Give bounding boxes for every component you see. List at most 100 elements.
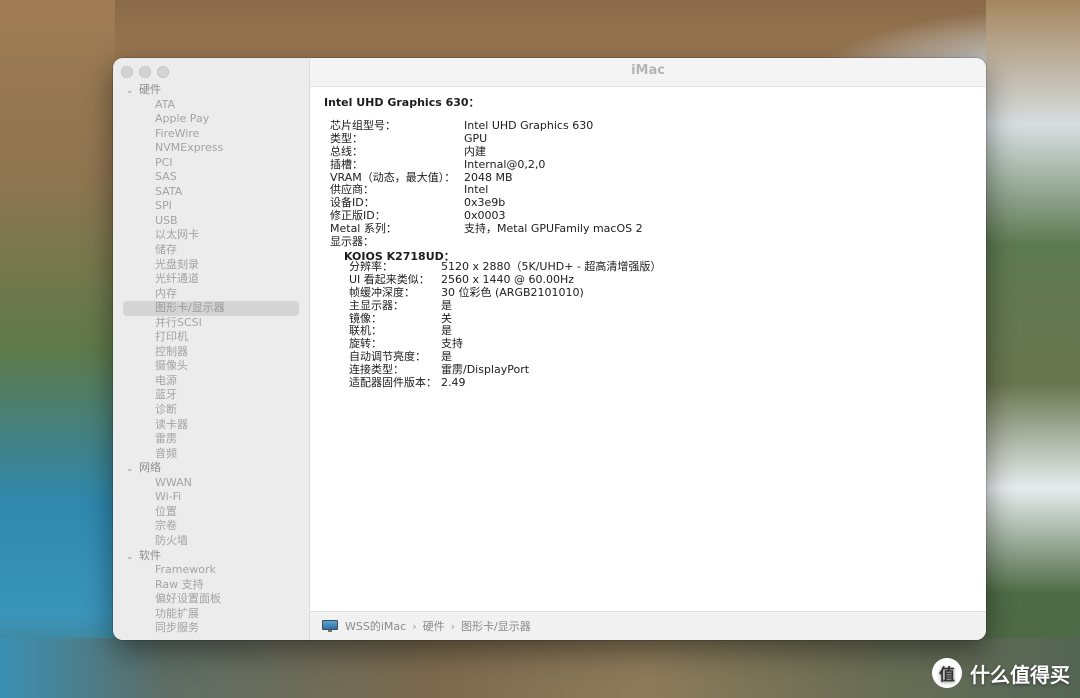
- close-button[interactable]: [121, 66, 133, 78]
- sidebar-item[interactable]: SATA: [113, 185, 309, 200]
- sidebar-item[interactable]: 功能扩展: [113, 607, 309, 622]
- sidebar-item-label: SATA: [155, 184, 183, 198]
- watermark-text: 什么值得买: [970, 662, 1070, 687]
- chevron-down-icon[interactable]: ⌄: [126, 84, 139, 99]
- sidebar-item[interactable]: 音频: [113, 447, 309, 462]
- sidebar-item-label: Framework: [155, 563, 216, 577]
- sidebar-item[interactable]: SPI: [113, 199, 309, 214]
- sidebar-item[interactable]: 并行SCSI: [113, 316, 309, 331]
- property-key: 插槽：: [330, 157, 363, 171]
- sidebar-item[interactable]: 储存: [113, 243, 309, 258]
- sidebar-item[interactable]: 打印机: [113, 330, 309, 345]
- sidebar-item[interactable]: PCI: [113, 156, 309, 171]
- sidebar: ⌄ 硬件 ATA Apple Pay FireWire NVMExpress PCI SAS S…: [113, 58, 310, 640]
- property-key: 适配器固件版本：: [349, 376, 437, 390]
- sidebar-item[interactable]: NVMExpress: [113, 141, 309, 156]
- minimize-button[interactable]: [139, 66, 151, 78]
- sidebar-item[interactable]: 宗卷: [113, 519, 309, 534]
- chevron-down-icon[interactable]: ⌄: [126, 462, 139, 477]
- sidebar-item-label: 蓝牙: [155, 388, 177, 402]
- imac-icon: [322, 620, 338, 632]
- sidebar-item-label: 诊断: [155, 403, 177, 417]
- sidebar-item-label: 电源: [155, 373, 177, 387]
- sidebar-item[interactable]: ATA: [113, 98, 309, 113]
- sidebar-item-label: 硬件: [139, 83, 161, 96]
- sidebar-item-label: Wi-Fi: [155, 490, 182, 504]
- sidebar-item[interactable]: 蓝牙: [113, 388, 309, 403]
- sidebar-item[interactable]: 图形卡/显示器: [113, 301, 309, 316]
- sidebar-item[interactable]: 以太网卡: [113, 228, 309, 243]
- property-key: 主显示器：: [349, 298, 404, 312]
- sidebar-item[interactable]: 光盘刻录: [113, 258, 309, 273]
- sidebar-item-label: 防火墙: [155, 533, 188, 547]
- desktop-wallpaper-right: [986, 0, 1080, 698]
- window-title: iMac: [310, 58, 986, 87]
- sidebar-item-label: FireWire: [155, 126, 200, 140]
- sidebar-category[interactable]: ⌄ 网络: [113, 461, 309, 476]
- sidebar-item[interactable]: 内存: [113, 287, 309, 302]
- sidebar-item[interactable]: WWAN: [113, 476, 309, 491]
- sidebar-item-label: SAS: [155, 170, 177, 184]
- sidebar-item[interactable]: Apple Pay: [113, 112, 309, 127]
- sidebar-item[interactable]: USB: [113, 214, 309, 229]
- sidebar-item-label: 控制器: [155, 344, 188, 358]
- sidebar-category[interactable]: ⌄ 硬件: [113, 83, 309, 98]
- property-value: 5120 x 2880（5K/UHD+ - 超高清增强版）: [441, 260, 662, 273]
- sidebar-item-label: SPI: [155, 199, 172, 213]
- sidebar-item[interactable]: 诊断: [113, 403, 309, 418]
- sidebar-item-label: 宗卷: [155, 519, 177, 533]
- property-value: 30 位彩色 (ARGB2101010): [441, 285, 584, 299]
- sidebar-item[interactable]: SAS: [113, 170, 309, 185]
- sidebar-item-label: 光纤通道: [155, 272, 199, 286]
- sidebar-item[interactable]: Framework: [113, 563, 309, 578]
- sidebar-item-label: NVMExpress: [155, 141, 224, 155]
- property-key: 芯片组型号：: [330, 119, 396, 132]
- sidebar-item-label: 偏好设置面板: [155, 592, 221, 606]
- sidebar-tree: ⌄ 硬件 ATA Apple Pay FireWire NVMExpress PCI SAS S…: [113, 83, 309, 636]
- desktop-wallpaper-left: [0, 0, 115, 698]
- sidebar-item[interactable]: FireWire: [113, 127, 309, 142]
- sidebar-item[interactable]: 防火墙: [113, 534, 309, 549]
- sidebar-item-label: 储存: [155, 243, 177, 257]
- sidebar-item[interactable]: 同步服务: [113, 621, 309, 636]
- property-value: 内建: [464, 144, 486, 158]
- sidebar-item-label: 位置: [155, 504, 177, 518]
- sidebar-item-label: 打印机: [155, 330, 188, 344]
- sidebar-item[interactable]: 控制器: [113, 345, 309, 360]
- chevron-down-icon[interactable]: ⌄: [126, 550, 139, 565]
- property-value: 支持，Metal GPUFamily macOS 2: [464, 222, 643, 236]
- sidebar-item[interactable]: 位置: [113, 505, 309, 520]
- sidebar-item-label: USB: [155, 213, 178, 227]
- sidebar-item[interactable]: 偏好设置面板: [113, 592, 309, 607]
- property-value: 2560 x 1440 @ 60.00Hz: [441, 272, 575, 286]
- sidebar-item[interactable]: 读卡器: [113, 418, 309, 433]
- sidebar-item[interactable]: 电源: [113, 374, 309, 389]
- property-key: 类型：: [330, 131, 363, 145]
- sidebar-item[interactable]: Raw 支持: [113, 578, 309, 593]
- sidebar-item[interactable]: Wi-Fi: [113, 490, 309, 505]
- property-key: 帧缓冲深度：: [349, 285, 415, 299]
- sidebar-item-label: 光盘刻录: [155, 257, 199, 271]
- sidebar-item-label: 软件: [139, 548, 161, 562]
- sidebar-item-label: 功能扩展: [155, 606, 199, 620]
- watermark: 值 什么值得买: [932, 658, 1070, 688]
- property-value: 是: [441, 298, 452, 312]
- path-bar: WSS的iMac › 硬件 › 图形卡/显示器: [310, 611, 986, 640]
- path-item-hardware[interactable]: 硬件: [423, 618, 445, 634]
- watermark-logo-icon: 值: [932, 658, 962, 688]
- property-value: Internal@0,2,0: [464, 157, 546, 171]
- path-item-graphics[interactable]: 图形卡/显示器: [461, 618, 531, 634]
- path-item-computer[interactable]: WSS的iMac: [345, 618, 406, 634]
- sidebar-item-label: Raw 支持: [155, 577, 204, 591]
- sidebar-category[interactable]: ⌄ 软件: [113, 549, 309, 564]
- property-key: UI 看起来类似：: [349, 272, 430, 286]
- sidebar-item[interactable]: 雷雳: [113, 432, 309, 447]
- gpu-heading: Intel UHD Graphics 630：: [324, 96, 480, 109]
- sidebar-item-label: 网络: [139, 461, 161, 475]
- system-information-window: ⌄ 硬件 ATA Apple Pay FireWire NVMExpress PCI SAS S…: [113, 58, 986, 640]
- sidebar-item-label: 以太网卡: [155, 228, 199, 242]
- sidebar-item[interactable]: 光纤通道: [113, 272, 309, 287]
- zoom-button[interactable]: [157, 66, 169, 78]
- property-value: 2.49: [441, 376, 466, 390]
- sidebar-item[interactable]: 摄像头: [113, 359, 309, 374]
